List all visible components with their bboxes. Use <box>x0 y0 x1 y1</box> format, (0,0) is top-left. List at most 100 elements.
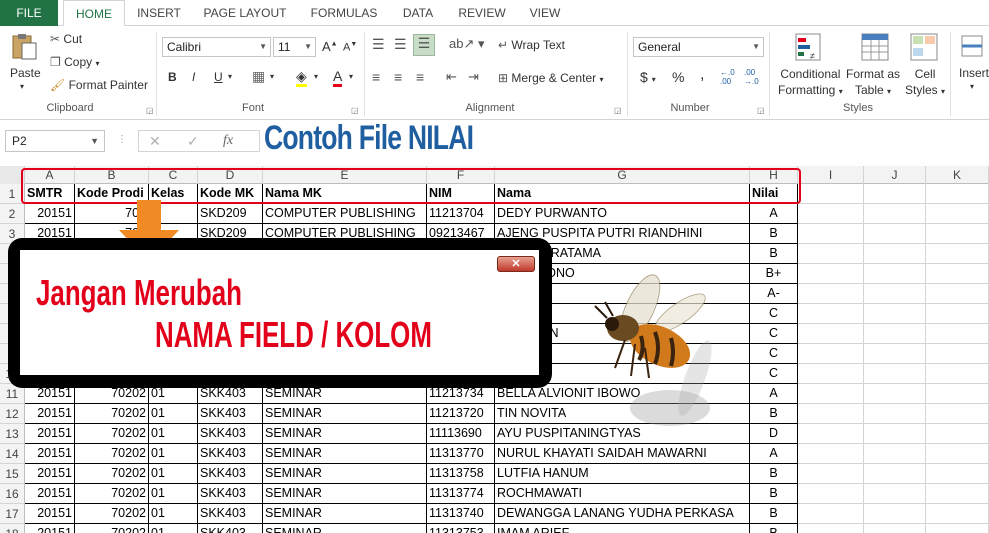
table-cell[interactable]: SKK403 <box>198 404 263 424</box>
table-cell[interactable]: LUTFIA HANUM <box>495 464 750 484</box>
table-cell[interactable]: 01 <box>149 484 198 504</box>
row-header[interactable]: 15 <box>0 464 25 484</box>
table-cell[interactable]: 20151 <box>25 524 75 533</box>
table-cell[interactable]: C <box>750 364 798 384</box>
table-cell[interactable]: DEDY PURWANTO <box>495 204 750 224</box>
table-cell[interactable]: SEMINAR <box>263 404 427 424</box>
table-cell[interactable]: 11313770 <box>427 444 495 464</box>
empty-cell[interactable] <box>926 524 989 533</box>
align-bottom-icon[interactable]: ☰ <box>413 34 435 56</box>
decrease-decimal-icon[interactable]: .00 →.0 <box>744 68 759 86</box>
wrap-text-button[interactable]: ↵ Wrap Text <box>498 38 565 52</box>
close-button[interactable]: ✕ <box>497 256 535 272</box>
empty-cell[interactable] <box>798 504 864 524</box>
tab-insert[interactable]: INSERT <box>130 0 188 26</box>
cut-button[interactable]: ✂ Cut <box>50 32 82 46</box>
empty-cell[interactable] <box>798 284 864 304</box>
empty-cell[interactable] <box>864 284 926 304</box>
empty-cell[interactable] <box>864 244 926 264</box>
table-cell[interactable]: SKK403 <box>198 484 263 504</box>
table-cell[interactable]: A <box>750 444 798 464</box>
font-color-dropdown-icon[interactable]: ▾ <box>349 72 353 81</box>
table-cell[interactable]: 20151 <box>25 464 75 484</box>
empty-cell[interactable] <box>798 304 864 324</box>
empty-cell[interactable] <box>798 204 864 224</box>
orientation-icon[interactable]: ab↗ ▾ <box>449 36 485 52</box>
empty-cell[interactable] <box>926 264 989 284</box>
empty-cell[interactable] <box>798 264 864 284</box>
fill-dropdown-icon[interactable]: ▾ <box>314 72 318 81</box>
table-cell[interactable]: 11313774 <box>427 484 495 504</box>
align-right-icon[interactable]: ≡ <box>416 69 424 85</box>
increase-indent-icon[interactable]: ⇥ <box>468 69 479 85</box>
table-cell[interactable]: SEMINAR <box>263 524 427 533</box>
tab-file[interactable]: FILE <box>0 0 58 26</box>
table-cell[interactable]: C <box>750 304 798 324</box>
column-header[interactable]: J <box>864 166 926 184</box>
empty-cell[interactable] <box>864 184 926 204</box>
empty-cell[interactable] <box>926 184 989 204</box>
table-cell[interactable]: A <box>750 204 798 224</box>
empty-cell[interactable] <box>926 384 989 404</box>
align-left-icon[interactable]: ≡ <box>372 69 380 85</box>
table-cell[interactable]: 01 <box>149 524 198 533</box>
empty-cell[interactable] <box>864 524 926 533</box>
table-cell[interactable]: DEWANGGA LANANG YUDHA PERKASA <box>495 504 750 524</box>
empty-cell[interactable] <box>926 364 989 384</box>
empty-cell[interactable] <box>798 244 864 264</box>
empty-cell[interactable] <box>926 304 989 324</box>
increase-decimal-icon[interactable]: ←.0.00 <box>720 68 735 86</box>
empty-cell[interactable] <box>864 464 926 484</box>
table-cell[interactable]: SEMINAR <box>263 484 427 504</box>
decrease-font-icon[interactable]: A▼ <box>343 41 357 54</box>
empty-cell[interactable] <box>926 284 989 304</box>
fill-color-icon[interactable]: ◈ <box>296 68 307 87</box>
cell-styles-icon[interactable] <box>909 32 939 65</box>
table-cell[interactable]: B <box>750 524 798 533</box>
empty-cell[interactable] <box>926 444 989 464</box>
table-cell[interactable]: SEMINAR <box>263 444 427 464</box>
table-cell[interactable]: 20151 <box>25 424 75 444</box>
table-cell[interactable]: B <box>750 404 798 424</box>
insert-cells-icon[interactable] <box>960 32 986 65</box>
alignment-launcher-icon[interactable]: ◲ <box>614 106 622 115</box>
format-as-table-icon[interactable] <box>860 32 890 65</box>
font-size-select[interactable]: 11 ▼ <box>273 37 316 57</box>
row-header[interactable]: 18 <box>0 524 25 533</box>
table-cell[interactable]: C <box>750 324 798 344</box>
table-cell[interactable]: 70202 <box>75 444 149 464</box>
table-cell[interactable]: 20151 <box>25 484 75 504</box>
bold-button[interactable]: B <box>168 70 177 84</box>
empty-cell[interactable] <box>926 204 989 224</box>
paste-button[interactable] <box>10 32 40 65</box>
name-box[interactable]: P2 ▼ <box>5 130 105 152</box>
table-cell[interactable]: 11313753 <box>427 524 495 533</box>
table-cell[interactable]: 20151 <box>25 204 75 224</box>
align-top-icon[interactable]: ☰ <box>372 36 385 53</box>
empty-cell[interactable] <box>864 344 926 364</box>
table-cell[interactable]: 11113690 <box>427 424 495 444</box>
empty-cell[interactable] <box>926 224 989 244</box>
format-painter-button[interactable]: 🖌 Format Painter <box>50 78 148 92</box>
insert-function-icon[interactable]: fx <box>223 131 233 151</box>
row-header[interactable]: 16 <box>0 484 25 504</box>
clipboard-launcher-icon[interactable]: ◲ <box>146 106 154 115</box>
table-cell[interactable]: B <box>750 224 798 244</box>
font-color-button[interactable]: A <box>333 68 343 87</box>
table-cell[interactable]: 11313740 <box>427 504 495 524</box>
underline-button[interactable]: U <box>214 70 223 84</box>
empty-cell[interactable] <box>798 484 864 504</box>
column-header[interactable]: I <box>798 166 864 184</box>
table-cell[interactable]: B <box>750 244 798 264</box>
table-cell[interactable]: 01 <box>149 444 198 464</box>
empty-cell[interactable] <box>864 204 926 224</box>
table-cell[interactable]: SEMINAR <box>263 464 427 484</box>
empty-cell[interactable] <box>864 384 926 404</box>
table-cell[interactable]: NURUL KHAYATI SAIDAH MAWARNI <box>495 444 750 464</box>
row-header[interactable]: 13 <box>0 424 25 444</box>
tab-home[interactable]: HOME <box>63 0 125 27</box>
table-cell[interactable]: B <box>750 504 798 524</box>
table-cell[interactable]: ROCHMAWATI <box>495 484 750 504</box>
italic-button[interactable]: I <box>192 70 195 84</box>
table-cell[interactable]: 70202 <box>75 524 149 533</box>
